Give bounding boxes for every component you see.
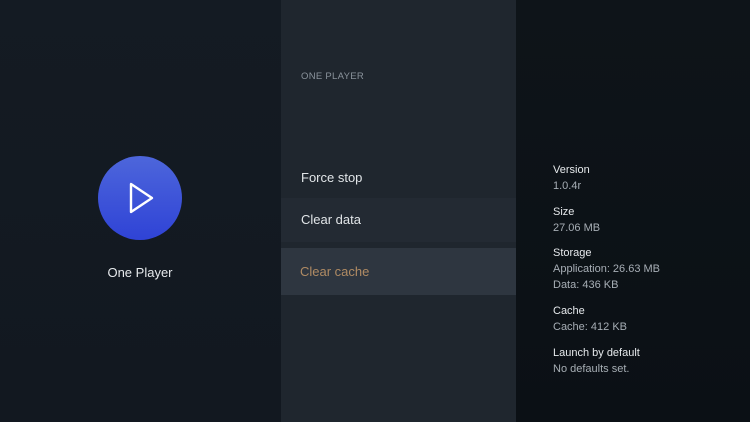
app-info-screen: One Player ONE PLAYER Force stop Clear d…	[0, 0, 750, 422]
cache-label: Cache	[553, 305, 585, 317]
clear-cache-button[interactable]: Clear cache	[281, 248, 516, 295]
launch-default-info: Launch by default No defaults set.	[553, 346, 640, 377]
storage-label: Storage	[553, 247, 592, 259]
storage-data-value: Data: 436 KB	[553, 279, 619, 291]
storage-info: Storage Application: 26.63 MB Data: 436 …	[553, 246, 660, 293]
storage-application-value: Application: 26.63 MB	[553, 263, 661, 275]
version-value: 1.0.4r	[553, 180, 582, 192]
app-icon	[98, 156, 182, 240]
app-details-panel: Version 1.0.4r Size 27.06 MB Storage App…	[516, 0, 750, 422]
play-icon	[129, 182, 154, 214]
size-value: 27.06 MB	[553, 222, 601, 234]
cache-value: Cache: 412 KB	[553, 321, 627, 333]
section-header: ONE PLAYER	[301, 71, 365, 82]
app-name: One Player	[107, 265, 173, 280]
launch-default-value: No defaults set.	[553, 363, 630, 375]
version-label: Version	[553, 164, 590, 176]
cache-info: Cache Cache: 412 KB	[553, 304, 627, 335]
force-stop-button[interactable]: Force stop	[281, 158, 516, 198]
app-summary-panel: One Player	[0, 0, 281, 422]
size-info: Size 27.06 MB	[553, 205, 600, 236]
launch-default-label: Launch by default	[553, 347, 640, 359]
version-info: Version 1.0.4r	[553, 163, 590, 194]
actions-panel: ONE PLAYER Force stop Clear data Clear c…	[281, 0, 516, 422]
size-label: Size	[553, 206, 575, 218]
clear-data-button[interactable]: Clear data	[281, 198, 516, 242]
